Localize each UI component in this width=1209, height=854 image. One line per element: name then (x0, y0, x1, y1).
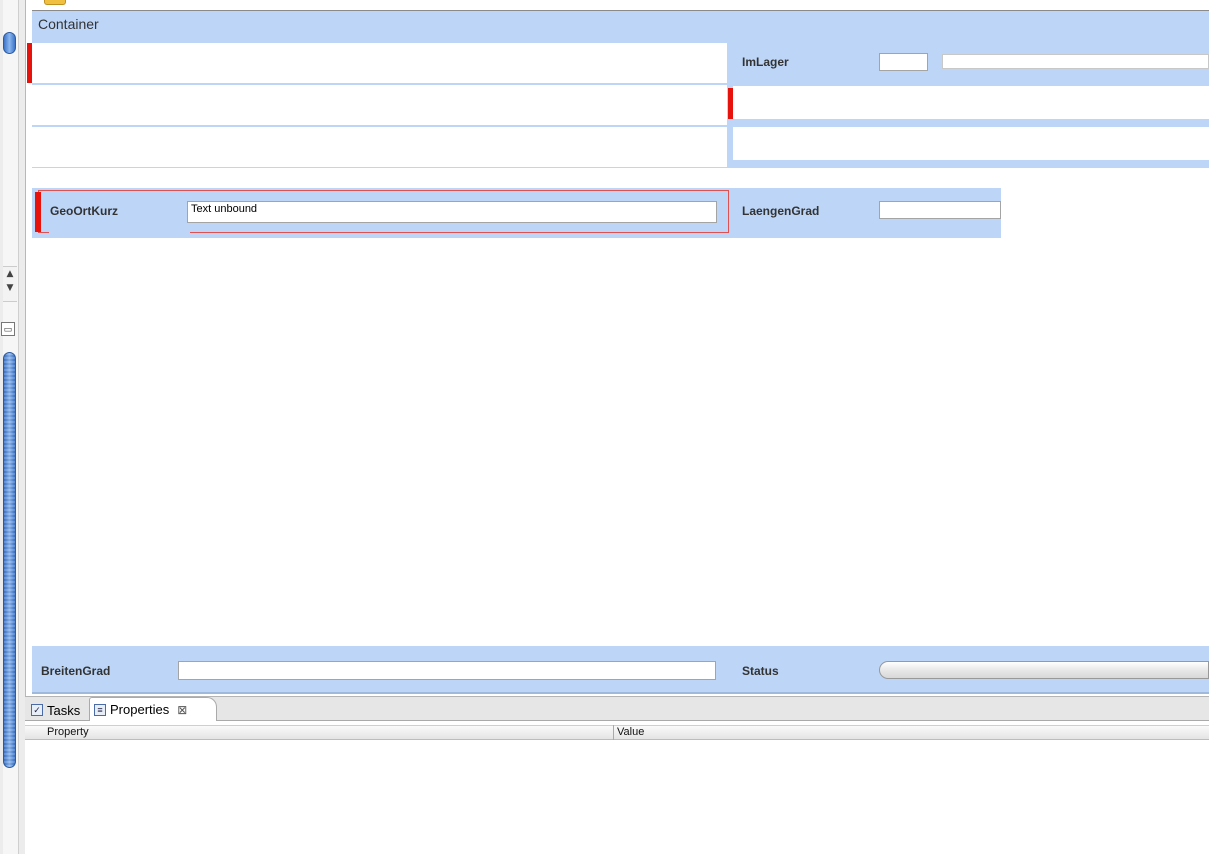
form-row-3[interactable] (32, 127, 727, 167)
imlager-extra-field[interactable] (942, 54, 1209, 69)
error-marker (35, 192, 41, 232)
error-marker (27, 43, 32, 83)
tasks-icon: ✓ (31, 704, 43, 716)
imlager-field[interactable] (879, 53, 928, 71)
breitengrad-field[interactable] (178, 661, 716, 680)
form-row-right-1[interactable] (733, 86, 1209, 119)
close-icon[interactable]: ⊠ (177, 703, 187, 717)
scroll-down-arrow-icon[interactable]: ▼ (3, 281, 17, 295)
container-body (32, 238, 1209, 646)
imlager-label: ImLager (742, 55, 789, 69)
scrollbar-thumb-vertical[interactable] (3, 352, 16, 768)
editor-tab-icon (44, 0, 66, 5)
error-marker (728, 88, 733, 119)
tab-properties-label: Properties (110, 702, 170, 717)
tab-properties[interactable]: ≡ Properties ⊠ (89, 697, 217, 721)
status-label: Status (742, 664, 779, 678)
spacer (1001, 168, 1209, 238)
laengengrad-field[interactable] (879, 201, 1001, 219)
laengengrad-label: LaengenGrad (742, 204, 820, 218)
scrollbar-thumb-top[interactable] (3, 32, 16, 54)
form-row-1[interactable] (32, 43, 727, 83)
scroll-arrows[interactable]: ▲ ▼ (3, 266, 17, 302)
form-row-2[interactable] (32, 85, 727, 125)
tab-tasks[interactable]: ✓ Tasks (27, 699, 84, 721)
properties-icon: ≡ (94, 703, 106, 716)
column-header-value[interactable]: Value (617, 726, 644, 738)
column-divider[interactable] (613, 725, 614, 740)
geoortkurz-field[interactable]: Text unbound (187, 201, 717, 223)
geoortkurz-label: GeoOrtKurz (50, 204, 119, 218)
restore-icon[interactable]: ▭ (1, 322, 15, 336)
container-title: Container (38, 16, 99, 32)
column-header-property[interactable]: Property (47, 726, 89, 738)
scroll-up-arrow-icon[interactable]: ▲ (3, 267, 17, 281)
status-progress-bar (879, 661, 1209, 679)
tab-tasks-label: Tasks (47, 702, 81, 718)
breitengrad-label: BreitenGrad (41, 664, 111, 678)
form-row-right-2[interactable] (733, 127, 1209, 160)
